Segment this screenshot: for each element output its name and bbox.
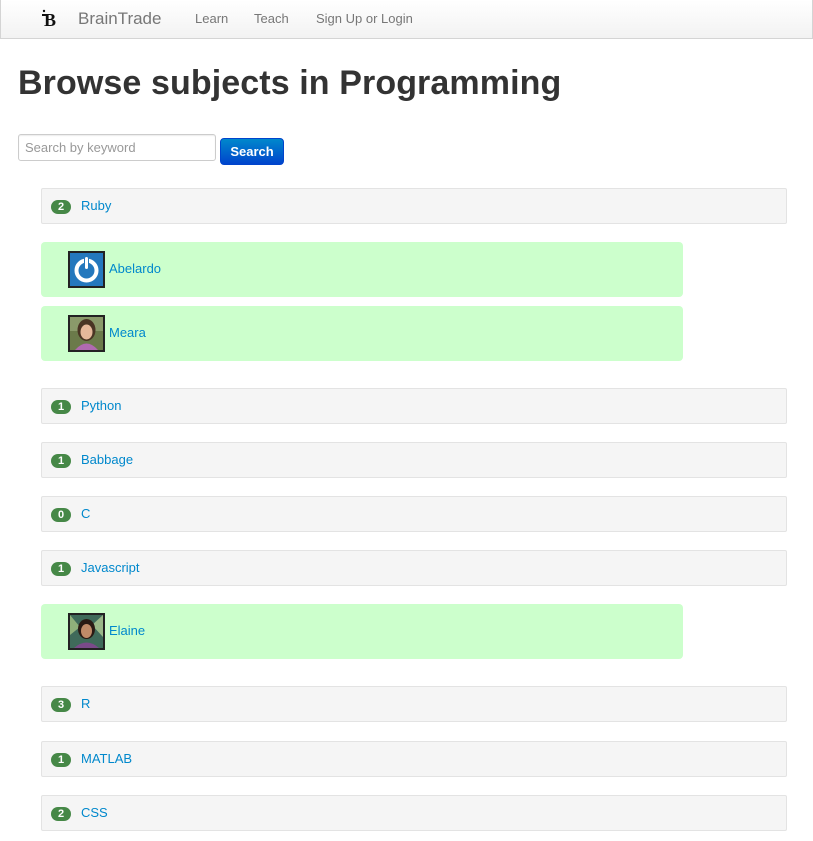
svg-text:B: B [44, 10, 56, 30]
count-badge: 1 [51, 753, 71, 767]
avatar-meara[interactable] [68, 315, 105, 352]
navbar: B BrainTrade Learn Teach Sign Up or Logi… [0, 0, 813, 39]
nav-learn-link[interactable]: Learn [195, 11, 228, 26]
avatar-elaine[interactable] [68, 613, 105, 650]
subject-row-python: 1 Python [41, 388, 787, 424]
count-badge: 1 [51, 454, 71, 468]
brand-name[interactable]: BrainTrade [78, 9, 161, 29]
teacher-row-meara: Meara [41, 306, 683, 361]
count-badge: 1 [51, 400, 71, 414]
count-badge: 2 [51, 807, 71, 821]
subject-link-ruby[interactable]: Ruby [81, 198, 111, 213]
count-badge: 2 [51, 200, 71, 214]
braintrade-logo-icon[interactable]: B [39, 8, 61, 30]
search-button[interactable]: Search [220, 138, 284, 165]
subject-link-javascript[interactable]: Javascript [81, 560, 140, 575]
teacher-link-meara[interactable]: Meara [109, 325, 146, 340]
subject-link-c[interactable]: C [81, 506, 90, 521]
subject-link-css[interactable]: CSS [81, 805, 108, 820]
count-badge: 0 [51, 508, 71, 522]
subject-row-matlab: 1 MATLAB [41, 741, 787, 777]
nav-teach-link[interactable]: Teach [254, 11, 289, 26]
subject-row-css: 2 CSS [41, 795, 787, 831]
teacher-link-elaine[interactable]: Elaine [109, 623, 145, 638]
subject-row-c: 0 C [41, 496, 787, 532]
search-input[interactable] [18, 134, 216, 161]
teacher-row-elaine: Elaine [41, 604, 683, 659]
subject-link-matlab[interactable]: MATLAB [81, 751, 132, 766]
subject-row-javascript: 1 Javascript [41, 550, 787, 586]
subject-link-babbage[interactable]: Babbage [81, 452, 133, 467]
nav-signup-login-link[interactable]: Sign Up or Login [316, 11, 413, 26]
teacher-row-abelardo: Abelardo [41, 242, 683, 297]
subject-link-r[interactable]: R [81, 696, 90, 711]
subject-row-ruby: 2 Ruby [41, 188, 787, 224]
page-title: Browse subjects in Programming [18, 64, 562, 102]
teacher-link-abelardo[interactable]: Abelardo [109, 261, 161, 276]
subject-row-babbage: 1 Babbage [41, 442, 787, 478]
count-badge: 3 [51, 698, 71, 712]
power-icon[interactable] [68, 251, 105, 288]
subject-link-python[interactable]: Python [81, 398, 121, 413]
count-badge: 1 [51, 562, 71, 576]
subject-row-r: 3 R [41, 686, 787, 722]
